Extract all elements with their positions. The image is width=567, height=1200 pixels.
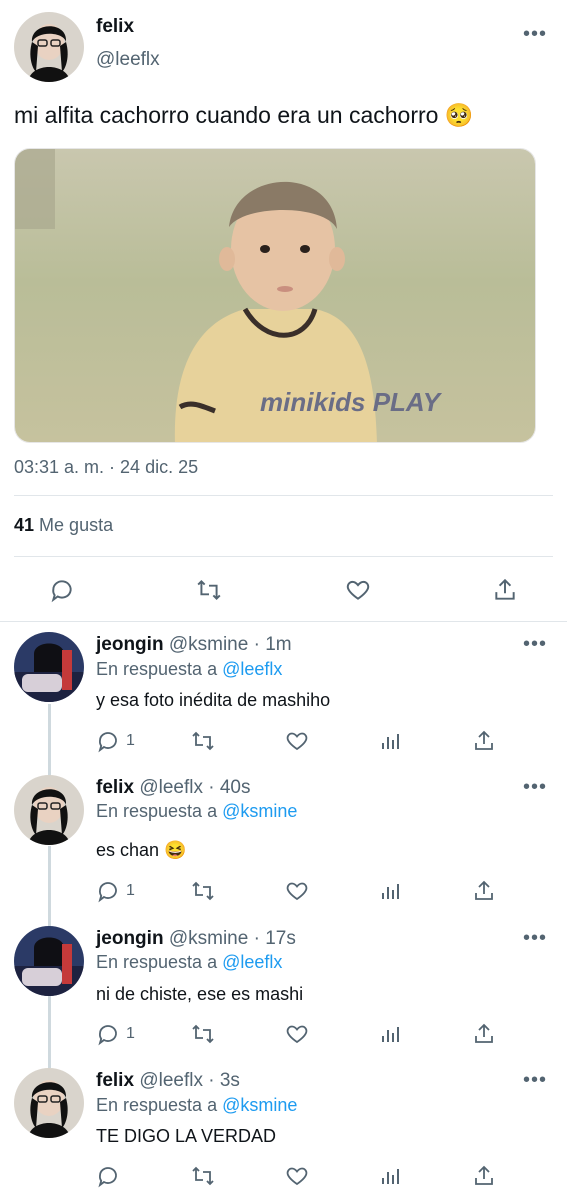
replying-to-label: En respuesta a <box>96 659 218 679</box>
reply-author-name[interactable]: jeongin <box>96 634 164 655</box>
thread-line <box>48 996 51 1068</box>
reply-time[interactable]: · 17s <box>254 928 296 949</box>
replying-to-handle[interactable]: @leeflx <box>222 952 282 972</box>
reply-time[interactable]: · 40s <box>208 777 250 798</box>
reply-time[interactable]: · 3s <box>208 1070 240 1091</box>
shirt-print-text: minikids PLAY <box>260 387 443 417</box>
reply-button[interactable] <box>96 1164 126 1188</box>
tweet-text: mi alfita cachorro cuando era un cachorr… <box>14 100 473 130</box>
retweet-icon[interactable] <box>191 572 227 608</box>
more-options-icon[interactable]: ••• <box>523 1070 547 1090</box>
reply-time[interactable]: · 1m <box>254 634 292 655</box>
reply-text: ni de chiste, ese es mashi <box>96 984 304 1004</box>
reply-author-name[interactable]: felix <box>96 1070 134 1091</box>
reply-count: 1 <box>126 1025 135 1042</box>
reply-icon <box>98 882 117 903</box>
reply-author-name[interactable]: felix <box>96 777 134 798</box>
reply-avatar[interactable] <box>14 926 84 996</box>
reply-text: TE DIGO LA VERDAD <box>96 1126 277 1146</box>
share-icon[interactable] <box>472 729 496 753</box>
reply-count: 1 <box>126 732 135 749</box>
replying-to: En respuesta a @leeflx <box>96 659 282 680</box>
reply-icon <box>98 732 117 753</box>
reply-header: jeongin @ksmine · 17s <box>96 928 296 950</box>
reply-text: y esa foto inédita de mashiho <box>96 690 331 710</box>
replying-to-label: En respuesta a <box>96 1095 218 1115</box>
reply-button[interactable]: 1 <box>96 1022 135 1046</box>
replying-to-handle[interactable]: @leeflx <box>222 659 282 679</box>
share-icon[interactable] <box>487 572 523 608</box>
reply-icon[interactable] <box>44 572 80 608</box>
likes-summary[interactable]: 41 Me gusta <box>14 515 113 536</box>
like-icon[interactable] <box>284 1022 310 1046</box>
more-options-icon[interactable]: ••• <box>523 634 547 654</box>
reply-text: es chan 😆 <box>96 840 186 861</box>
analytics-icon[interactable] <box>378 1022 402 1046</box>
analytics-icon[interactable] <box>378 729 402 753</box>
like-icon[interactable] <box>284 1164 310 1188</box>
reply-author-handle[interactable]: @ksmine <box>169 634 248 655</box>
reply-author-handle[interactable]: @leeflx <box>139 1070 203 1091</box>
thread-line <box>48 704 51 786</box>
reply-button[interactable]: 1 <box>96 729 135 753</box>
reply-icon <box>98 1025 117 1046</box>
analytics-icon[interactable] <box>378 879 402 903</box>
like-icon[interactable] <box>284 879 310 903</box>
share-icon[interactable] <box>472 1022 496 1046</box>
reply-avatar[interactable] <box>14 632 84 702</box>
retweet-icon[interactable] <box>190 1164 216 1188</box>
replying-to: En respuesta a @ksmine <box>96 1095 297 1116</box>
retweet-icon[interactable] <box>190 1022 216 1046</box>
divider <box>14 556 553 557</box>
thread-line <box>48 846 51 928</box>
more-options-icon[interactable]: ••• <box>523 777 547 797</box>
reply-icon <box>98 1167 117 1188</box>
share-icon[interactable] <box>472 879 496 903</box>
retweet-icon[interactable] <box>190 729 216 753</box>
reply-author-handle[interactable]: @ksmine <box>169 928 248 949</box>
reply-avatar[interactable] <box>14 1068 84 1138</box>
reply-text-content: es chan <box>96 840 160 860</box>
replying-to-handle[interactable]: @ksmine <box>222 1095 297 1115</box>
reply-count: 1 <box>126 882 135 899</box>
reply-header: felix @leeflx · 40s <box>96 777 251 799</box>
replying-to: En respuesta a @ksmine <box>96 801 297 822</box>
author-name[interactable]: felix <box>96 16 134 38</box>
more-options-icon[interactable]: ••• <box>523 928 547 948</box>
replying-to-label: En respuesta a <box>96 952 218 972</box>
share-icon[interactable] <box>472 1164 496 1188</box>
replying-to-label: En respuesta a <box>96 801 218 821</box>
divider <box>14 495 553 496</box>
reply-author-handle[interactable]: @leeflx <box>139 777 203 798</box>
divider <box>0 621 567 622</box>
reply-author-name[interactable]: jeongin <box>96 928 164 949</box>
analytics-icon[interactable] <box>378 1164 402 1188</box>
replying-to: En respuesta a @leeflx <box>96 952 282 973</box>
pleading-face-emoji: 🥺 <box>444 102 474 128</box>
author-avatar[interactable] <box>14 12 84 82</box>
grinning-squinting-emoji: 😆 <box>164 840 187 860</box>
likes-count: 41 <box>14 515 35 535</box>
likes-label: Me gusta <box>39 515 114 535</box>
tweet-text-content: mi alfita cachorro cuando era un cachorr… <box>14 102 439 128</box>
reply-avatar[interactable] <box>14 775 84 845</box>
like-icon[interactable] <box>340 572 376 608</box>
reply-button[interactable]: 1 <box>96 879 135 903</box>
retweet-icon[interactable] <box>190 879 216 903</box>
author-handle[interactable]: @leeflx <box>96 49 160 71</box>
reply-header: felix @leeflx · 3s <box>96 1070 240 1092</box>
replying-to-handle[interactable]: @ksmine <box>222 801 297 821</box>
tweet-timestamp[interactable]: 03:31 a. m. · 24 dic. 25 <box>14 457 198 478</box>
like-icon[interactable] <box>284 729 310 753</box>
more-options-icon[interactable]: ••• <box>523 24 547 44</box>
tweet-photo[interactable]: minikids PLAY <box>14 148 536 443</box>
reply-header: jeongin @ksmine · 1m <box>96 634 292 656</box>
